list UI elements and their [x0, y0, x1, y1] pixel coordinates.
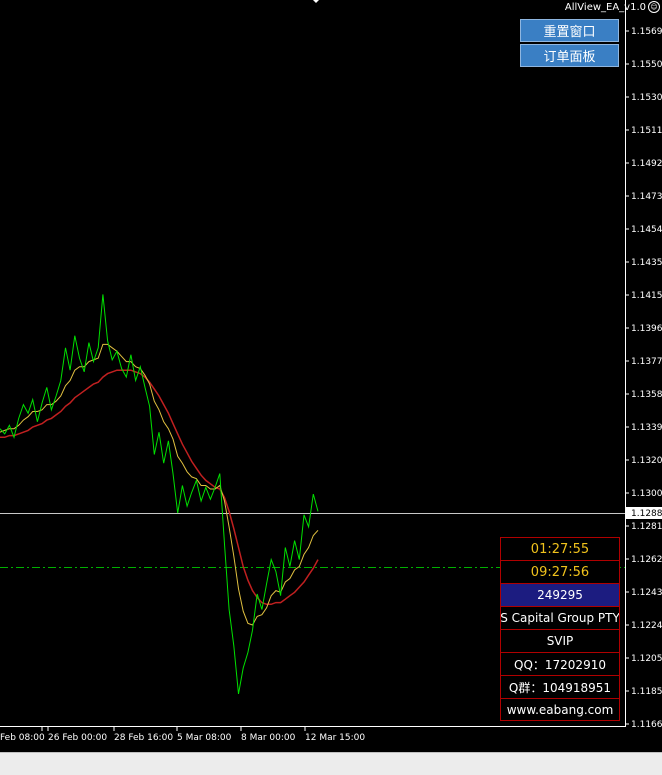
price-tick-label: 1.14730	[631, 192, 662, 202]
time-tick-label: 5 Mar 08:00	[177, 733, 232, 743]
price-tick-label: 1.15305	[631, 93, 662, 103]
order-panel-button[interactable]: 订单面板	[520, 44, 619, 67]
ma-slow-line	[0, 369, 319, 606]
broker-name: S Capital Group PTY	[501, 607, 619, 630]
ea-title-text: AllView_EA_v1.0	[564, 1, 646, 13]
time-tick-label: Feb 08:00	[0, 733, 45, 743]
website-link[interactable]: www.eabang.com	[501, 699, 619, 721]
price-tick-label: 1.15115	[631, 126, 662, 136]
time-tick-label: 28 Feb 16:00	[114, 733, 173, 743]
time-tick-label: 8 Mar 00:00	[241, 733, 296, 743]
ma-fast-line	[0, 343, 319, 626]
price-tick-label: 1.12240	[631, 621, 662, 631]
qq-contact: QQ：17202910	[501, 653, 619, 676]
price-tick-label: 1.12050	[631, 654, 662, 664]
time-tick-label: 12 Mar 15:00	[305, 733, 365, 743]
price-tick-label: 1.13965	[631, 324, 662, 334]
price-tick-label: 1.13775	[631, 357, 662, 367]
smiley-icon: ☺	[648, 1, 660, 13]
qq-group: Q群：104918951	[501, 676, 619, 699]
current-price-label: 1.12888	[631, 509, 662, 519]
reset-window-button[interactable]: 重置窗口	[520, 19, 619, 42]
price-tick-label: 1.13200	[631, 456, 662, 466]
price-tick-label: 1.15500	[631, 60, 662, 70]
time-tick-label: 26 Feb 00:00	[48, 733, 107, 743]
price-tick-label: 1.14540	[631, 225, 662, 235]
price-tick-label: 1.12815	[631, 522, 662, 532]
account-number: 249295	[501, 584, 619, 607]
chart-bottom-strip	[0, 745, 662, 752]
member-level: SVIP	[501, 630, 619, 653]
price-tick-label: 1.12430	[631, 588, 662, 598]
price-line	[0, 294, 319, 694]
price-tick-label: 1.11665	[631, 720, 662, 730]
price-tick-label: 1.13580	[631, 390, 662, 400]
price-tick-label: 1.14925	[631, 159, 662, 169]
price-tick-label: 1.11855	[631, 687, 662, 697]
price-tick-label: 1.14350	[631, 258, 662, 268]
time-local: 01:27:55	[501, 538, 619, 561]
price-tick-label: 1.13390	[631, 423, 662, 433]
info-panel: 01:27:55 09:27:56 249295 S Capital Group…	[500, 537, 620, 721]
price-tick-label: 1.15690	[631, 27, 662, 37]
price-tick-label: 1.13005	[631, 489, 662, 499]
price-tick-label: 1.14155	[631, 291, 662, 301]
ea-title: AllView_EA_v1.0 ☺	[565, 0, 660, 14]
price-tick-label: 1.12625	[631, 555, 662, 565]
horizontal-scrollbar[interactable]	[0, 752, 662, 775]
time-server: 09:27:56	[501, 561, 619, 584]
